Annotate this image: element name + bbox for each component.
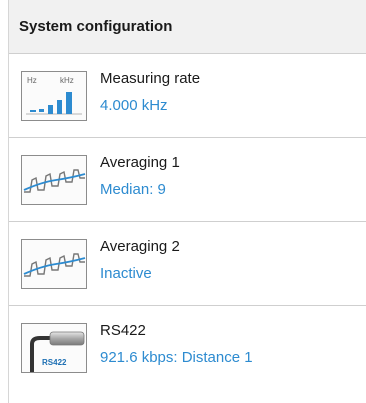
menu-item-measuring-rate[interactable]: Hz kHz Measuring rate 4.000 kHz — [9, 54, 366, 138]
menu-item-averaging-2[interactable]: Averaging 2 Inactive — [9, 222, 366, 306]
item-title: Averaging 2 — [100, 238, 180, 255]
item-value: 4.000 kHz — [100, 97, 168, 114]
averaging-wave-icon — [21, 239, 87, 289]
rs422-cable-icon: RS422 — [21, 323, 87, 373]
system-configuration-panel: System configuration Hz kHz Measuring ra… — [8, 0, 366, 403]
panel-title: System configuration — [9, 0, 366, 54]
item-title: RS422 — [100, 322, 146, 339]
measuring-rate-icon: Hz kHz — [21, 71, 87, 121]
hz-label: Hz — [27, 76, 37, 85]
item-title: Averaging 1 — [100, 154, 180, 171]
rs422-tag: RS422 — [42, 358, 67, 367]
item-value: Median: 9 — [100, 181, 166, 198]
item-value: Inactive — [100, 265, 152, 282]
item-value: 921.6 kbps: Distance 1 — [100, 349, 253, 366]
menu-item-rs422[interactable]: RS422 RS422 921.6 kbps: Distance 1 — [9, 306, 366, 386]
menu-item-averaging-1[interactable]: Averaging 1 Median: 9 — [9, 138, 366, 222]
averaging-wave-icon — [21, 155, 87, 205]
item-title: Measuring rate — [100, 70, 201, 87]
khz-label: kHz — [60, 76, 74, 85]
